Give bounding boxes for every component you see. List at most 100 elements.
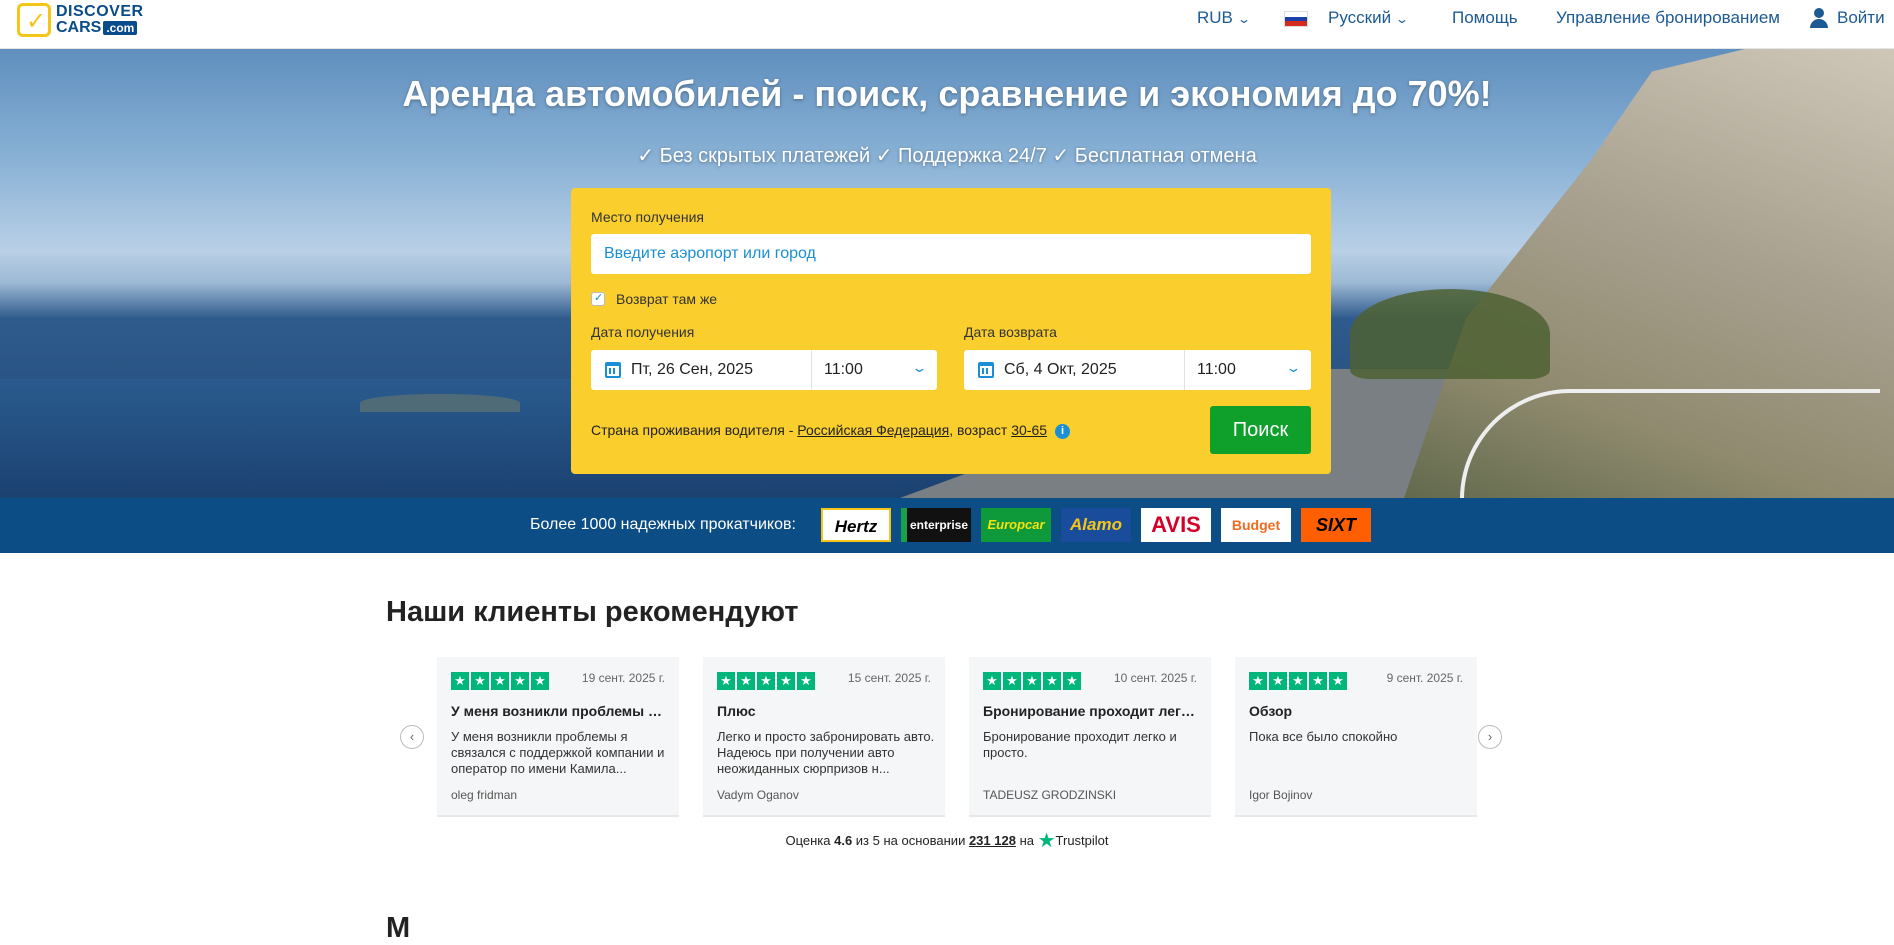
- star-icon: ★: [1003, 672, 1021, 690]
- currency-selector[interactable]: RUB ⌄: [1197, 8, 1251, 29]
- star-icon: ★: [717, 672, 735, 690]
- same-return-label[interactable]: Возврат там же: [616, 291, 717, 307]
- pickup-datetime-field: Пт, 26 Сен, 2025 11:00 ⌄: [591, 350, 937, 390]
- star-icon: ★: [737, 672, 755, 690]
- review-body: Бронирование проходит легко и просто.: [983, 729, 1177, 760]
- review-date: 15 сент. 2025 г.: [847, 671, 931, 685]
- chevron-right-icon: ›: [1487, 729, 1493, 744]
- review-author: TADEUSZ GRODZINSKI: [983, 788, 1117, 802]
- chevron-down-icon: ⌄: [1236, 12, 1251, 26]
- review-title: Плюс: [717, 703, 756, 719]
- return-date-value[interactable]: Сб, 4 Окт, 2025: [1004, 361, 1117, 379]
- star-icon: ★: [983, 672, 1001, 690]
- star-icon: ★: [1063, 672, 1081, 690]
- star-icon: ★: [1043, 672, 1061, 690]
- carousel-prev-button[interactable]: ‹: [400, 725, 424, 749]
- pickup-date-label: Дата получения: [591, 324, 695, 340]
- hero-title: Аренда автомобилей - поиск, сравнение и …: [402, 73, 1492, 114]
- star-icon: ★: [797, 672, 815, 690]
- logo-checkbox-icon: ✓: [17, 3, 51, 37]
- trustpilot-star-icon: ★: [1037, 830, 1056, 852]
- info-icon[interactable]: i: [1055, 424, 1071, 439]
- review-date: 19 сент. 2025 г.: [581, 671, 665, 685]
- star-rating: ★ ★ ★ ★ ★: [717, 672, 817, 692]
- chevron-down-icon[interactable]: ⌄: [911, 360, 927, 376]
- chevron-down-icon: ⌄: [1395, 12, 1410, 26]
- field-divider: [1184, 350, 1185, 390]
- star-rating: ★ ★ ★ ★ ★: [983, 672, 1083, 692]
- top-header: ✓ DISCOVER CARS .com RUB ⌄ Русский ⌄ Помощь…: [0, 0, 1894, 49]
- hertz-logo: Hertz: [821, 508, 891, 542]
- rating-on: на: [1015, 833, 1038, 848]
- review-title: Бронирование проходит легко...: [983, 703, 1201, 719]
- review-author: Vadym Oganov: [717, 788, 799, 802]
- europcar-logo: Europcar: [981, 508, 1051, 542]
- rating-count-link[interactable]: 231 128: [969, 833, 1016, 848]
- star-icon: ★: [491, 672, 509, 690]
- chevron-left-icon: ‹: [409, 729, 415, 744]
- same-return-checkbox[interactable]: ✓: [591, 292, 605, 306]
- russia-flag-icon: [1284, 11, 1308, 27]
- alamo-logo: Alamo: [1061, 508, 1131, 542]
- rating-prefix: Оценка: [785, 833, 835, 848]
- review-author: oleg fridman: [451, 788, 518, 802]
- star-rating: ★ ★ ★ ★ ★: [451, 672, 551, 692]
- review-title: У меня возникли проблемы я ...: [451, 703, 669, 719]
- field-divider: [811, 350, 812, 390]
- calendar-icon: [978, 362, 994, 378]
- enterprise-logo: enterprise: [901, 508, 971, 542]
- manage-booking-link[interactable]: Управление бронированием: [1556, 8, 1780, 28]
- review-card[interactable]: ★ ★ ★ ★ ★ 15 сент. 2025 г. Плюс Легко и прос…: [703, 657, 945, 817]
- trees-background: [1350, 289, 1550, 379]
- return-date-label: Дата возврата: [964, 324, 1057, 340]
- review-card[interactable]: ★ ★ ★ ★ ★ 19 сент. 2025 г. У меня возникли п…: [437, 657, 679, 817]
- pickup-time-value[interactable]: 11:00: [824, 361, 863, 379]
- review-card[interactable]: ★ ★ ★ ★ ★ 10 сент. 2025 г. Бронирование прох…: [969, 657, 1211, 817]
- login-link[interactable]: Войти: [1837, 8, 1885, 28]
- review-title: Обзор: [1249, 703, 1293, 719]
- age-prefix: , возраст: [949, 422, 1012, 438]
- star-rating: ★ ★ ★ ★ ★: [1249, 672, 1349, 692]
- review-body: Пока все было спокойно: [1249, 729, 1398, 744]
- pickup-place-input[interactable]: [591, 234, 1311, 274]
- pickup-date-value[interactable]: Пт, 26 Сен, 2025: [631, 361, 753, 379]
- driver-residency: Страна проживания водителя - Российская …: [591, 422, 1071, 439]
- review-date: 10 сент. 2025 г.: [1113, 671, 1197, 685]
- avis-logo: AVIS: [1141, 508, 1211, 542]
- review-author: Igor Bojinov: [1249, 788, 1313, 802]
- return-time-value[interactable]: 11:00: [1197, 361, 1236, 379]
- carousel-next-button[interactable]: ›: [1478, 725, 1502, 749]
- trustpilot-logo[interactable]: Trustpilot: [1056, 833, 1109, 848]
- review-date: 9 сент. 2025 г.: [1386, 671, 1463, 685]
- star-icon: ★: [1329, 672, 1347, 690]
- residency-country-link[interactable]: Российская Федерация: [797, 422, 949, 438]
- calendar-icon: [605, 362, 621, 378]
- partners-bar: Более 1000 надежных прокатчиков: Hertz e…: [0, 498, 1894, 553]
- search-button[interactable]: Поиск: [1210, 406, 1311, 454]
- star-icon: ★: [777, 672, 795, 690]
- review-body: Легко и просто забронировать авто. Надею…: [717, 729, 935, 776]
- pickup-place-label: Место получения: [591, 209, 704, 225]
- star-icon: ★: [1249, 672, 1267, 690]
- star-icon: ★: [451, 672, 469, 690]
- partners-label: Более 1000 надежных прокатчиков:: [530, 516, 796, 533]
- logo-text-top: DISCOVER: [56, 3, 144, 20]
- help-link[interactable]: Помощь: [1452, 8, 1518, 28]
- language-selector[interactable]: Русский ⌄: [1328, 8, 1410, 29]
- residency-prefix: Страна проживания водителя -: [591, 422, 798, 438]
- reviews-title: Наши клиенты рекомендуют: [386, 596, 799, 628]
- star-icon: ★: [1289, 672, 1307, 690]
- search-form: Место получения ✓ Возврат там же Дата по…: [571, 188, 1331, 474]
- trustpilot-rating: Оценка 4.6 из 5 на основании 231 128 на …: [0, 828, 1894, 853]
- check-icon: ✓: [594, 292, 604, 304]
- budget-logo: Budget: [1221, 508, 1291, 542]
- logo-text-bottom: CARS .com: [56, 19, 138, 36]
- user-icon[interactable]: [1808, 7, 1830, 29]
- star-icon: ★: [471, 672, 489, 690]
- review-card[interactable]: ★ ★ ★ ★ ★ 9 сент. 2025 г. Обзор Пока все был…: [1235, 657, 1477, 817]
- age-range-link[interactable]: 30-65: [1011, 422, 1047, 438]
- discovercars-logo[interactable]: ✓ DISCOVER CARS .com: [17, 3, 157, 37]
- next-section-title: М: [386, 912, 411, 944]
- chevron-down-icon[interactable]: ⌄: [1285, 360, 1301, 376]
- road-line-background: [1460, 389, 1880, 498]
